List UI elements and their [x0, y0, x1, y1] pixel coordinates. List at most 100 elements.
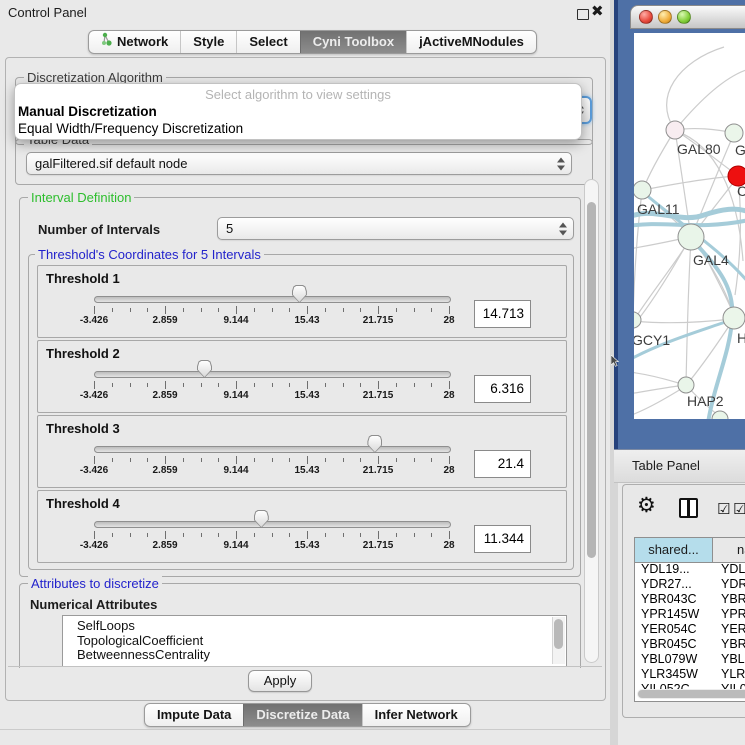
network-view-canvas[interactable]: GAL80GACGAL11GAL4GCY1HHAP2 [634, 33, 745, 419]
network-graph: GAL80GACGAL11GAL4GCY1HHAP2 [634, 33, 745, 419]
threshold-2-value-field[interactable]: 6.316 [474, 375, 531, 403]
threshold-4-label: Threshold 4 [46, 496, 120, 511]
network-node-label: GAL80 [677, 141, 721, 157]
table-row[interactable]: YBL079WYBL0 [635, 652, 745, 667]
slider-tick-labels: -3.4262.8599.14415.4321.71528 [94, 540, 449, 553]
combo-arrows-icon [558, 222, 567, 235]
threshold-4-slider-track[interactable] [94, 521, 451, 528]
gear-icon[interactable]: ⚙ [637, 493, 656, 517]
table-row[interactable]: YLR345WYLR3 [635, 667, 745, 682]
table-row[interactable]: YPR145WYPR1 [635, 607, 745, 622]
network-node-label: C [737, 183, 745, 199]
threshold-2-slider-track[interactable] [94, 371, 451, 378]
threshold-2-label: Threshold 2 [46, 346, 120, 361]
slider-tick-labels: -3.4262.8599.14415.4321.71528 [94, 465, 449, 478]
list-item-selfloops[interactable]: SelfLoops [63, 619, 566, 634]
threshold-1-slider-track[interactable] [94, 296, 451, 303]
table-data-group: Table Data galFiltered.sif default node [15, 139, 593, 185]
tab-discretize-data[interactable]: Discretize Data [243, 704, 361, 726]
network-window-titlebar[interactable] [630, 5, 745, 29]
network-node-HAP2[interactable] [678, 377, 694, 393]
network-edge[interactable] [675, 69, 745, 130]
tab-jactivemnodules[interactable]: jActiveMNodules [406, 31, 536, 53]
checkbox-icon[interactable]: ☑ [717, 500, 730, 518]
apply-button[interactable]: Apply [248, 670, 312, 692]
list-item-betweennesscentrality[interactable]: BetweennessCentrality [63, 648, 566, 663]
interval-definition-group: Interval Definition Number of Intervals … [19, 197, 581, 577]
tab-impute-data[interactable]: Impute Data [145, 704, 243, 726]
network-node-GAL4[interactable] [678, 224, 704, 250]
network-node-label: GCY1 [634, 332, 670, 348]
slider-ticks [94, 456, 449, 465]
network-node-GAL80[interactable] [666, 121, 684, 139]
number-of-intervals-combobox[interactable]: 5 [217, 217, 574, 240]
panel-scrollbar[interactable] [584, 179, 599, 663]
table-scrollbar-thumb[interactable] [638, 690, 745, 698]
tab-network[interactable]: Network [89, 31, 180, 53]
table-row[interactable]: YDR27...YDR2 [635, 577, 745, 592]
table-row[interactable]: YDL19...YDL1 [635, 562, 745, 577]
table-row[interactable]: YER054CYER0 [635, 622, 745, 637]
numerical-attributes-label: Numerical Attributes [30, 597, 157, 612]
network-edge[interactable] [634, 385, 685, 394]
table-rows: YDL19...YDL1 YDR27...YDR2 YBR043CYBR0 YP… [635, 562, 745, 697]
threshold-1-box: Threshold 1 -3.4262.8599.14415.4321.7152… [37, 265, 567, 338]
tab-cyni-toolbox[interactable]: Cyni Toolbox [300, 31, 406, 53]
table-row[interactable]: YBR045CYBR0 [635, 637, 745, 652]
close-icon[interactable]: ✖ [591, 2, 604, 20]
popup-option-manual-discretization[interactable]: Manual Discretization [18, 104, 157, 119]
threshold-1-value-field[interactable]: 14.713 [474, 300, 531, 328]
threshold-3-label: Threshold 3 [46, 421, 120, 436]
list-item-topologicalcoefficient[interactable]: TopologicalCoefficient [63, 634, 566, 649]
popup-option-equal-width-frequency[interactable]: Equal Width/Frequency Discretization [18, 121, 243, 136]
tab-infer-network[interactable]: Infer Network [362, 704, 470, 726]
threshold-coordinates-title: Threshold's Coordinates for 5 Intervals [35, 247, 264, 262]
table-panel-body: ⚙ ☑ ☑ shared... na YDL19...YDL1 YDR27...… [622, 484, 745, 718]
table-row[interactable]: YBR043CYBR0 [635, 592, 745, 607]
network-edge[interactable] [643, 176, 736, 190]
combo-arrows-icon [556, 157, 565, 170]
split-columns-icon[interactable] [679, 498, 698, 518]
list-scrollbar-thumb[interactable] [554, 619, 563, 649]
tab-select[interactable]: Select [236, 31, 299, 53]
float-window-icon[interactable] [577, 9, 589, 20]
network-edge[interactable] [634, 386, 686, 416]
divider [8, 666, 602, 667]
threshold-3-value-field[interactable]: 21.4 [474, 450, 531, 478]
window-minimize-button[interactable] [658, 10, 672, 24]
network-node-GA[interactable] [725, 124, 743, 142]
threshold-3-slider-track[interactable] [94, 446, 451, 453]
network-node-H[interactable] [723, 307, 745, 329]
panel-scrollbar-thumb[interactable] [587, 202, 596, 558]
slider-ticks [94, 306, 449, 315]
network-edge[interactable] [634, 372, 685, 385]
number-of-intervals-value: 5 [226, 221, 233, 236]
threshold-4-value-field[interactable]: 11.344 [474, 525, 531, 553]
network-node-GAL11[interactable] [634, 181, 651, 199]
table-horizontal-scrollbar[interactable] [637, 689, 745, 699]
threshold-coordinates-group: Threshold's Coordinates for 5 Intervals … [28, 254, 574, 570]
table-data-combobox[interactable]: galFiltered.sif default node [26, 152, 572, 175]
table-panel-header: Table Panel [614, 449, 745, 483]
algorithm-placeholder: Select algorithm to view settings [15, 87, 581, 102]
tab-style[interactable]: Style [180, 31, 236, 53]
column-header-name[interactable]: na [713, 538, 745, 562]
list-scrollbar[interactable] [552, 617, 565, 664]
window-close-button[interactable] [639, 10, 653, 24]
network-edge[interactable] [686, 239, 691, 384]
network-node-label: GA [735, 142, 745, 158]
window-zoom-button[interactable] [677, 10, 691, 24]
network-edge[interactable] [634, 319, 732, 323]
checkbox-icon[interactable]: ☑ [733, 500, 745, 518]
number-of-intervals-label: Number of Intervals [38, 222, 160, 237]
network-node-label: HAP2 [687, 393, 724, 409]
table-header-row: shared... na [635, 538, 745, 563]
slider-tick-labels: -3.4262.8599.14415.4321.71528 [94, 390, 449, 403]
network-node-GCY1[interactable] [634, 312, 641, 328]
table-data-value: galFiltered.sif default node [35, 156, 187, 171]
network-edge[interactable] [634, 238, 690, 331]
column-header-shared-name[interactable]: shared... [635, 538, 713, 562]
threshold-1-label: Threshold 1 [46, 271, 120, 286]
network-edge[interactable] [643, 130, 675, 190]
algorithm-dropdown-popup: Select algorithm to view settings Manual… [14, 83, 582, 140]
